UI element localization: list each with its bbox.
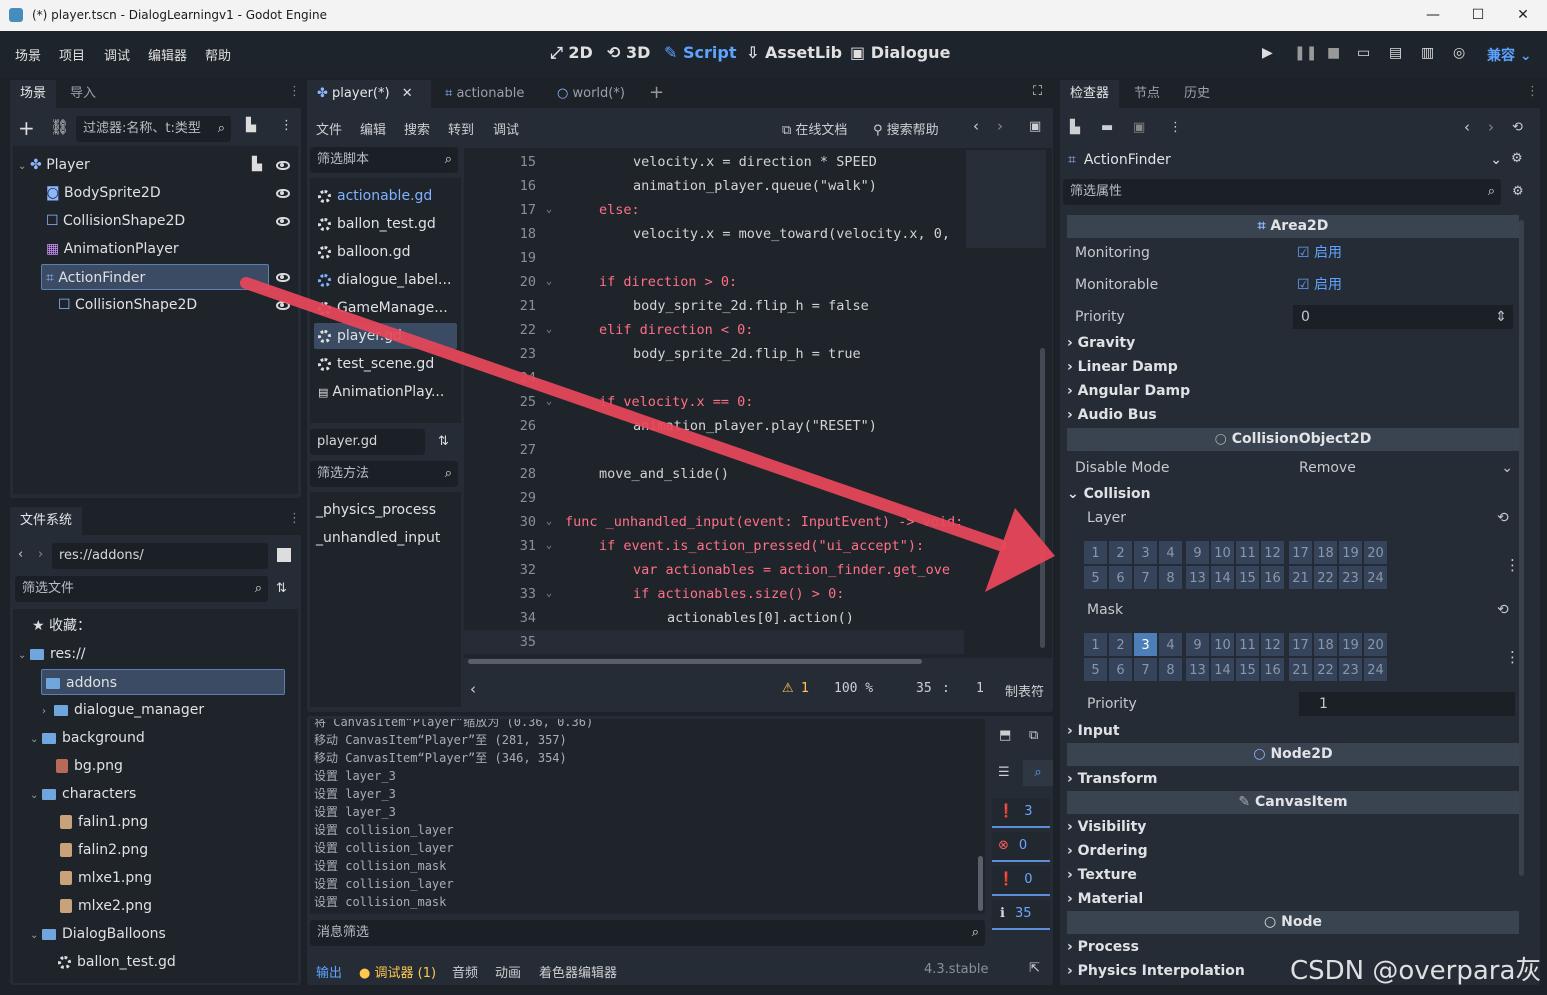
watermark: CSDN @overpara灰 — [1290, 956, 1542, 986]
annotation-arrow — [240, 277, 1055, 592]
